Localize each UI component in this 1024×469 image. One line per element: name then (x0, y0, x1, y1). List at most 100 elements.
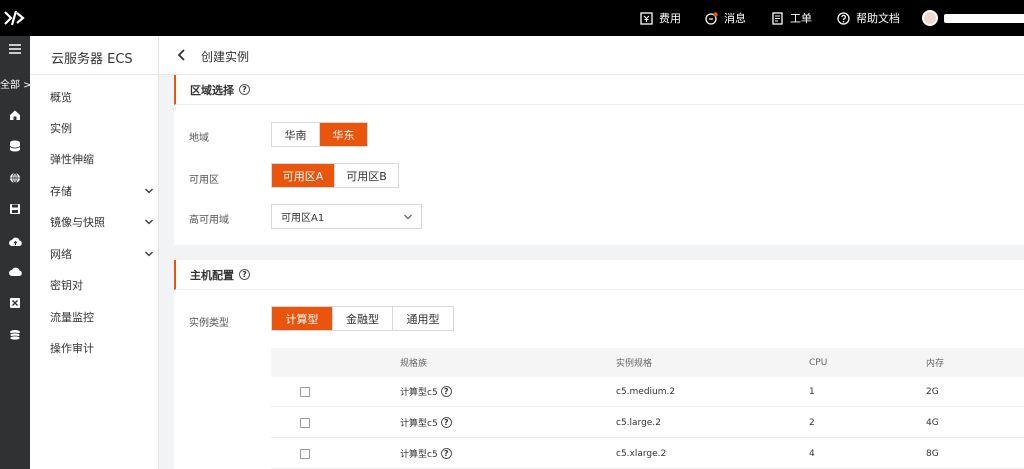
username-redacted (944, 13, 1024, 23)
zone-option-b[interactable]: 可用区B (335, 164, 398, 187)
top-ticket-link[interactable]: 工单 (771, 0, 812, 36)
row-checkbox[interactable] (300, 386, 310, 397)
help-icon[interactable]: ? (239, 84, 250, 95)
row-memory: 2G (926, 386, 939, 397)
sidebar-divider (30, 74, 158, 75)
region-selection-card: 区域选择 ? 地域 华南 华东 可用区 可用区A 可用区B 高可用域 可用区A1 (174, 75, 1024, 245)
ecs-sidebar: 云服务器 ECS 概览 实例 弹性伸缩 存储 镜像与快照 网络 密钥对 流量监控… (30, 36, 159, 469)
help-icon[interactable]: ? (239, 269, 250, 280)
sidebar-item-instances[interactable]: 实例 (50, 118, 154, 138)
host-config-card: 主机配置 ? 实例类型 计算型 金融型 通用型 规格族 实例规格 CPU 内存 … (174, 260, 1024, 469)
avatar (922, 10, 938, 26)
region-label: 地域 (189, 133, 209, 144)
sidebar-item-storage[interactable]: 存储 (50, 181, 154, 201)
cloud-upload-icon (8, 237, 22, 246)
row-spec: c5.medium.2 (616, 386, 676, 397)
top-message-link[interactable]: 消息 (705, 0, 746, 36)
cloud-icon (8, 267, 22, 276)
sidebar-item-traffic-monitoring[interactable]: 流量监控 (50, 307, 154, 327)
sidebar-item-label: 密钥对 (50, 279, 83, 292)
row-family: 计算型c5 (400, 388, 438, 398)
zone-label: 可用区 (189, 175, 219, 186)
rail-security[interactable] (0, 292, 30, 314)
region-selector: 华南 华东 (271, 122, 368, 147)
row-cpu: 1 (809, 386, 815, 397)
column-header-spec: 实例规格 (616, 359, 653, 369)
sidebar-item-label: 实例 (50, 122, 72, 135)
chevron-down-icon (145, 219, 153, 225)
rail-database[interactable] (0, 135, 30, 157)
sidebar-item-label: 弹性伸缩 (50, 153, 94, 166)
database-icon (9, 140, 21, 152)
top-billing-label: 费用 (659, 12, 681, 25)
sidebar-item-key-pairs[interactable]: 密钥对 (50, 275, 154, 295)
region-card-header: 区域选择 ? (174, 75, 1024, 105)
row-cpu: 2 (809, 417, 815, 428)
top-help-link[interactable]: 帮助文档 (837, 0, 900, 36)
instance-type-selector: 计算型 金融型 通用型 (271, 306, 454, 331)
help-icon[interactable]: ? (440, 448, 452, 459)
row-cpu: 4 (809, 448, 815, 459)
billing-icon (640, 11, 653, 25)
chevron-down-icon (145, 251, 153, 257)
ticket-icon (771, 11, 784, 25)
sidebar-item-label: 概览 (50, 91, 72, 104)
chevron-down-icon (145, 188, 153, 194)
user-account-menu[interactable] (922, 0, 1024, 36)
instance-type-compute[interactable]: 计算型 (272, 307, 333, 330)
table-header: 规格族 实例规格 CPU 内存 (271, 348, 1024, 377)
table-row[interactable]: 计算型c5? c5.xlarge.2 4 8G (271, 439, 1024, 469)
sidebar-item-operation-audit[interactable]: 操作审计 (50, 338, 154, 358)
all-products-link[interactable]: 全部 > (0, 76, 30, 91)
console-logo-icon[interactable] (2, 8, 26, 28)
back-arrow-icon[interactable] (175, 48, 189, 62)
help-icon[interactable]: ? (440, 417, 452, 428)
rail-storage[interactable] (0, 198, 30, 220)
region-option-south[interactable]: 华南 (272, 123, 320, 146)
top-message-label: 消息 (724, 12, 746, 25)
table-row[interactable]: 计算型c5? c5.medium.2 1 2G (271, 377, 1024, 407)
instance-type-finance[interactable]: 金融型 (333, 307, 393, 330)
ha-domain-label: 高可用域 (189, 215, 229, 226)
row-spec: c5.xlarge.2 (616, 448, 667, 459)
row-checkbox[interactable] (300, 417, 310, 428)
top-help-label: 帮助文档 (856, 12, 900, 25)
sidebar-item-overview[interactable]: 概览 (50, 87, 154, 107)
table-row[interactable]: 计算型c5? c5.large.2 2 4G (271, 408, 1024, 438)
help-icon[interactable]: ? (440, 386, 452, 397)
rail-cloud[interactable] (0, 261, 30, 283)
column-header-cpu: CPU (809, 357, 828, 368)
product-icon-rail: 全部 > (0, 36, 30, 469)
page-header: 创建实例 (159, 36, 1024, 75)
row-checkbox[interactable] (300, 448, 310, 459)
region-option-east[interactable]: 华东 (320, 123, 367, 146)
sidebar-item-label: 存储 (50, 185, 72, 198)
host-card-header: 主机配置 ? (174, 260, 1024, 290)
sidebar-item-label: 镜像与快照 (50, 216, 105, 229)
menu-toggle-button[interactable] (0, 38, 30, 60)
close-box-icon (10, 298, 20, 308)
rail-stack[interactable] (0, 324, 30, 346)
stack-icon (9, 330, 21, 341)
host-card-title: 主机配置 (190, 268, 234, 282)
sidebar-title: 云服务器 ECS (51, 52, 133, 67)
save-icon (10, 204, 20, 214)
ha-domain-select[interactable]: 可用区A1 (271, 204, 422, 229)
zone-option-a[interactable]: 可用区A (272, 164, 335, 187)
hamburger-icon (9, 44, 21, 54)
rail-network[interactable] (0, 167, 30, 189)
top-billing-link[interactable]: 费用 (640, 0, 681, 36)
page-title: 创建实例 (201, 50, 250, 64)
sidebar-item-network[interactable]: 网络 (50, 244, 154, 264)
rail-cloud-upload[interactable] (0, 230, 30, 252)
sidebar-item-images-snapshots[interactable]: 镜像与快照 (50, 212, 154, 232)
home-icon (10, 110, 20, 120)
top-navigation-bar: 费用 消息 工单 帮助文档 (0, 0, 1024, 36)
instance-type-general[interactable]: 通用型 (393, 307, 453, 330)
sidebar-item-label: 网络 (50, 248, 72, 261)
row-memory: 4G (926, 417, 939, 428)
message-icon (705, 11, 718, 25)
zone-selector: 可用区A 可用区B (271, 163, 399, 188)
rail-home[interactable] (0, 104, 30, 126)
sidebar-item-autoscaling[interactable]: 弹性伸缩 (50, 149, 154, 169)
